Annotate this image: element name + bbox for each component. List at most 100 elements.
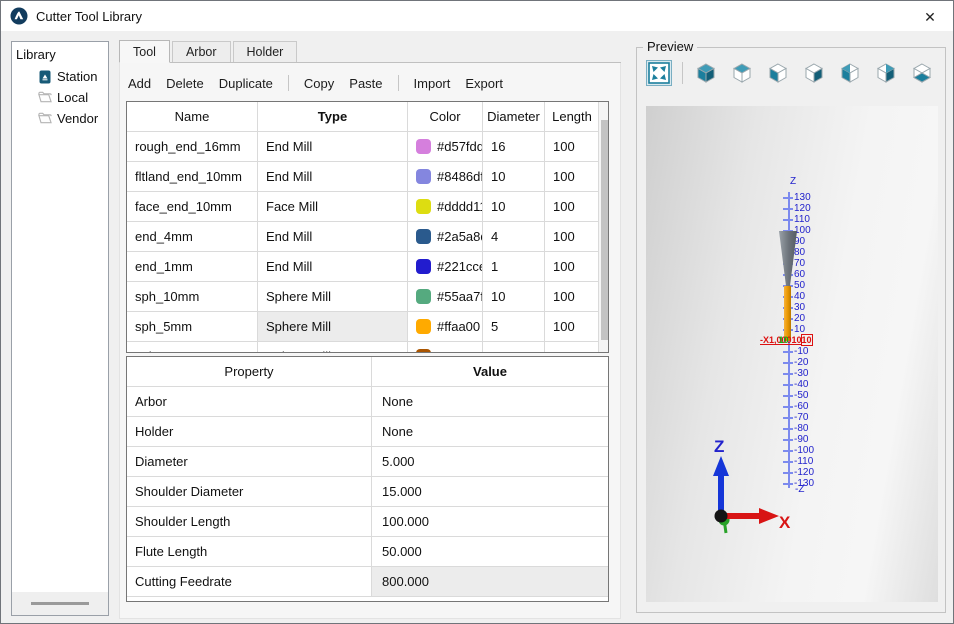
isometric-view-button[interactable] (693, 60, 719, 86)
cell-value[interactable]: 100.000 (372, 507, 608, 537)
preview-3d-viewport[interactable]: 130120110100908070605040302010-10-20-30-… (646, 106, 938, 602)
cell-color[interactable]: #d57fdd (408, 132, 483, 162)
tab-arbor[interactable]: Arbor (172, 41, 231, 62)
tool-row-fltland_end_10mm[interactable]: fltland_end_10mmEnd Mill#8486df10100 (127, 162, 608, 192)
cell-diameter[interactable]: 4 (483, 222, 545, 252)
property-row-shoulder-length[interactable]: Shoulder Length100.000 (127, 507, 608, 537)
cell-name[interactable]: end_4mm (127, 222, 258, 252)
cell-property[interactable]: Flute Length (127, 537, 372, 567)
cell-diameter[interactable]: 10 (483, 192, 545, 222)
cell-value[interactable]: 50.000 (372, 537, 608, 567)
cell-property[interactable]: Arbor (127, 387, 372, 417)
import-button[interactable]: Import (414, 76, 451, 91)
cell-type[interactable]: End Mill (258, 162, 408, 192)
cell-name[interactable]: fltland_end_10mm (127, 162, 258, 192)
cell-color[interactable]: #2a5a8d (408, 222, 483, 252)
tool-row-sph_4mm[interactable]: sph_4mmSphere Mill#aa55004100 (127, 342, 608, 353)
cell-length[interactable]: 100 (545, 192, 599, 222)
cell-name[interactable]: sph_5mm (127, 312, 258, 342)
cell-color[interactable]: #55aa7f (408, 282, 483, 312)
tool-row-sph_10mm[interactable]: sph_10mmSphere Mill#55aa7f10100 (127, 282, 608, 312)
cell-name[interactable]: end_1mm (127, 252, 258, 282)
cell-property[interactable]: Shoulder Diameter (127, 477, 372, 507)
cell-diameter[interactable]: 4 (483, 342, 545, 353)
cell-length[interactable]: 100 (545, 132, 599, 162)
tool-row-end_1mm[interactable]: end_1mmEnd Mill#221cce1100 (127, 252, 608, 282)
top-view-button[interactable] (729, 60, 755, 86)
property-row-flute-length[interactable]: Flute Length50.000 (127, 537, 608, 567)
tool-row-face_end_10mm[interactable]: face_end_10mmFace Mill#dddd1110100 (127, 192, 608, 222)
duplicate-button[interactable]: Duplicate (219, 76, 273, 91)
cell-property[interactable]: Diameter (127, 447, 372, 477)
cell-length[interactable]: 100 (545, 162, 599, 192)
sidebar-item-station[interactable]: Station (12, 66, 108, 87)
scrollbar-thumb[interactable] (601, 120, 608, 340)
tool-table-scrollbar[interactable] (598, 102, 608, 352)
cell-type[interactable]: Sphere Mill (258, 342, 408, 353)
column-header-diameter[interactable]: Diameter (483, 102, 545, 132)
bottom-view-button[interactable] (909, 60, 935, 86)
cell-color[interactable]: #aa5500 (408, 342, 483, 353)
cell-color[interactable]: #ffaa00 (408, 312, 483, 342)
cell-diameter[interactable]: 5 (483, 312, 545, 342)
cell-diameter[interactable]: 16 (483, 132, 545, 162)
cell-diameter[interactable]: 10 (483, 162, 545, 192)
property-row-holder[interactable]: HolderNone (127, 417, 608, 447)
cell-value[interactable]: None (372, 417, 608, 447)
property-row-cutting-feedrate[interactable]: Cutting Feedrate800.000 (127, 567, 608, 597)
property-row-arbor[interactable]: ArborNone (127, 387, 608, 417)
property-row-shoulder-diameter[interactable]: Shoulder Diameter15.000 (127, 477, 608, 507)
sidebar-item-local[interactable]: Local (12, 87, 108, 108)
cell-length[interactable]: 100 (545, 312, 599, 342)
left-view-button[interactable] (837, 60, 863, 86)
cell-diameter[interactable]: 1 (483, 252, 545, 282)
cell-property[interactable]: Shoulder Length (127, 507, 372, 537)
cell-color[interactable]: #221cce (408, 252, 483, 282)
cell-value[interactable]: 5.000 (372, 447, 608, 477)
tab-tool[interactable]: Tool (119, 40, 170, 63)
tab-holder[interactable]: Holder (233, 41, 298, 62)
cell-length[interactable]: 100 (545, 342, 599, 353)
cell-value[interactable]: 800.000 (372, 567, 608, 597)
cell-type[interactable]: Sphere Mill (258, 282, 408, 312)
copy-button[interactable]: Copy (304, 76, 334, 91)
column-header-type[interactable]: Type (258, 102, 408, 132)
tool-row-sph_5mm[interactable]: sph_5mmSphere Mill#ffaa005100 (127, 312, 608, 342)
cell-type[interactable]: Face Mill (258, 192, 408, 222)
cell-name[interactable]: sph_10mm (127, 282, 258, 312)
paste-button[interactable]: Paste (349, 76, 382, 91)
column-header-name[interactable]: Name (127, 102, 258, 132)
cell-color[interactable]: #dddd11 (408, 192, 483, 222)
cell-length[interactable]: 100 (545, 282, 599, 312)
cell-diameter[interactable]: 10 (483, 282, 545, 312)
fit-view-button[interactable] (646, 60, 672, 86)
front-view-button[interactable] (765, 60, 791, 86)
cell-length[interactable]: 100 (545, 252, 599, 282)
cell-property[interactable]: Cutting Feedrate (127, 567, 372, 597)
right-view-button[interactable] (801, 60, 827, 86)
back-view-button[interactable] (873, 60, 899, 86)
property-row-diameter[interactable]: Diameter5.000 (127, 447, 608, 477)
cell-type[interactable]: End Mill (258, 222, 408, 252)
cell-name[interactable]: rough_end_16mm (127, 132, 258, 162)
export-button[interactable]: Export (465, 76, 503, 91)
cell-type[interactable]: End Mill (258, 132, 408, 162)
column-header-color[interactable]: Color (408, 102, 483, 132)
tool-row-rough_end_16mm[interactable]: rough_end_16mmEnd Mill#d57fdd16100 (127, 132, 608, 162)
cell-value[interactable]: None (372, 387, 608, 417)
sidebar-item-vendor[interactable]: Vendor (12, 108, 108, 129)
cell-length[interactable]: 100 (545, 222, 599, 252)
delete-button[interactable]: Delete (166, 76, 204, 91)
cell-name[interactable]: sph_4mm (127, 342, 258, 353)
cell-property[interactable]: Holder (127, 417, 372, 447)
cell-type[interactable]: End Mill (258, 252, 408, 282)
close-icon[interactable]: ✕ (920, 7, 940, 27)
cell-color[interactable]: #8486df (408, 162, 483, 192)
column-header-length[interactable]: Length (545, 102, 599, 132)
cell-name[interactable]: face_end_10mm (127, 192, 258, 222)
add-button[interactable]: Add (128, 76, 151, 91)
cell-type[interactable]: Sphere Mill (258, 312, 408, 342)
tool-row-end_4mm[interactable]: end_4mmEnd Mill#2a5a8d4100 (127, 222, 608, 252)
cell-value[interactable]: 15.000 (372, 477, 608, 507)
splitter-handle[interactable] (31, 602, 89, 605)
